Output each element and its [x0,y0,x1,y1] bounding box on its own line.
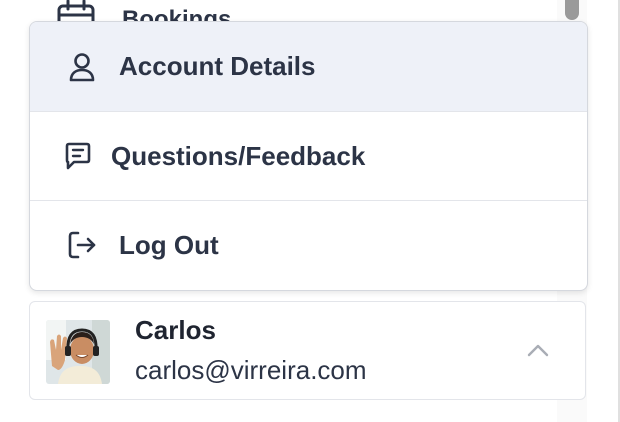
user-icon [67,52,97,82]
chevron-up-icon[interactable] [526,340,550,360]
menu-item-account-details[interactable]: Account Details [30,22,587,111]
menu-item-label: Account Details [119,51,316,81]
account-menu: Account Details Questions/Feedback Log O… [29,21,588,291]
logout-icon [67,230,97,260]
menu-item-questions-feedback[interactable]: Questions/Feedback [30,111,587,200]
user-email: carlos@virreira.com [135,355,367,385]
scrollbar-thumb[interactable] [565,0,579,20]
user-card[interactable]: Carlos carlos@virreira.com [29,301,586,400]
menu-item-label: Questions/Feedback [111,140,366,171]
avatar [46,320,110,384]
message-icon [63,141,93,171]
menu-item-label: Log Out [119,229,219,260]
user-name: Carlos [135,315,216,345]
menu-item-log-out[interactable]: Log Out [30,200,587,289]
